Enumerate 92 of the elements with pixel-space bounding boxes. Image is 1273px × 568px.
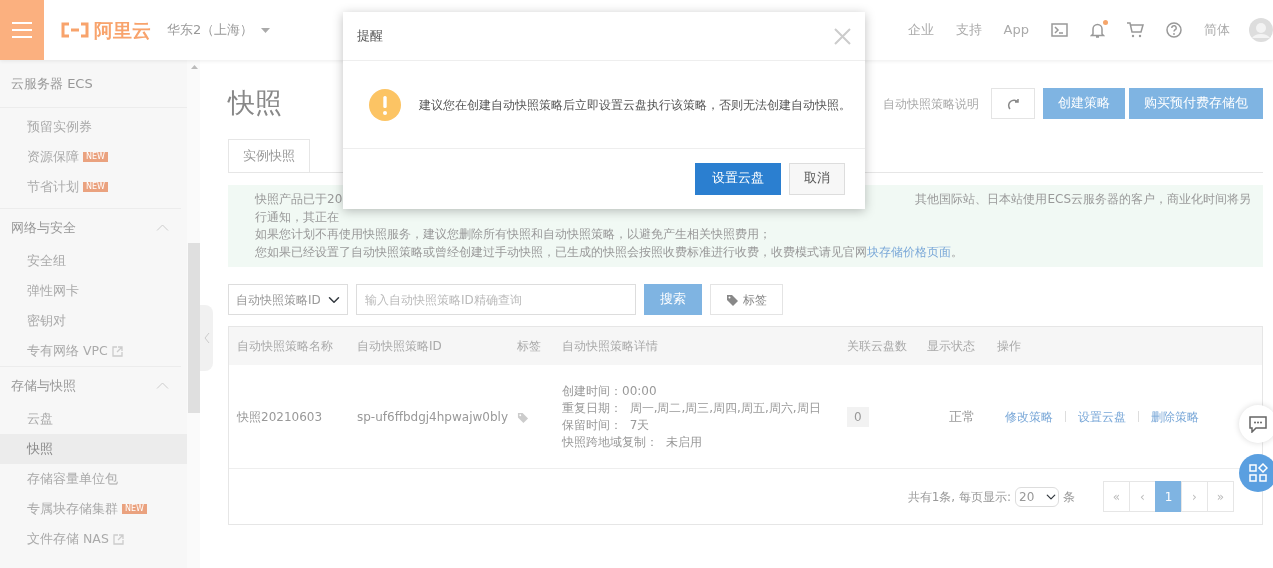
warning-icon (369, 88, 401, 121)
sidebar-item[interactable]: 快照 (0, 434, 187, 464)
logo-icon (60, 22, 90, 38)
tab[interactable]: 实例快照 (228, 139, 310, 173)
action-link[interactable]: 设置云盘 (1078, 407, 1126, 426)
menu-icon[interactable] (12, 22, 32, 38)
page-button[interactable]: ‹ (1129, 481, 1156, 512)
price-page-link[interactable]: 块存储价格页面 (867, 244, 951, 259)
sidebar-item[interactable]: 存储容量单位包 (0, 464, 187, 494)
column-header: 自动快照策略名称 (236, 338, 334, 355)
collapse-handle[interactable] (200, 305, 213, 371)
tag-icon[interactable] (517, 411, 529, 423)
status-text: 正常 (948, 407, 976, 426)
notice-text: 如果您计划不再使用快照服务，建议您删除所有快照和自动快照策略，以避免产生相关快照费用； (255, 226, 772, 243)
detail-text: 重复日期： 周一,周二,周三,周四,周五,周六,周日 (562, 399, 822, 417)
new-badge: NEW (122, 504, 147, 514)
create-button[interactable]: 创建策略 (1043, 88, 1125, 119)
avatar[interactable] (1249, 18, 1273, 42)
detail-text: 创建时间：00:00 (562, 382, 658, 400)
table-cell-text: sp-uf6ffbdgj4hpwajw0bly (357, 408, 509, 426)
sidebar-item-label[interactable]: 文件存储 NAS (27, 529, 109, 549)
confirm-button[interactable]: 设置云盘 (695, 162, 781, 195)
notice-text: 快照产品已于20 (255, 191, 343, 208)
purchase-button[interactable]: 购买预付费存储包 (1129, 88, 1263, 119)
chevron-up-icon[interactable] (156, 382, 169, 389)
sidebar-item[interactable]: 密钥对 (0, 306, 187, 336)
tag-button[interactable]: 标签 (710, 284, 783, 315)
column-header: 显示状态 (927, 338, 976, 355)
detail-text: 快照跨地域复制： 未启用 (562, 433, 703, 451)
page-title: 快照 (228, 86, 282, 121)
brand-name: 阿里云 (94, 17, 151, 43)
table-cell-text: 快照20210603 (236, 408, 324, 426)
chevron-up-icon[interactable] (156, 224, 169, 231)
help-icon[interactable] (1166, 22, 1182, 38)
sidebar-item[interactable]: 弹性网卡 (0, 276, 187, 306)
scrollbar-thumb[interactable] (188, 243, 200, 413)
pagination-summary: 共有1条, 每页显示: (907, 488, 1011, 506)
nav-link[interactable]: App (1003, 20, 1029, 40)
sidebar-item[interactable]: 预留实例券 (0, 112, 187, 142)
new-badge: NEW (83, 152, 108, 162)
caret-icon[interactable] (261, 27, 271, 33)
page-button[interactable]: » (1207, 481, 1234, 512)
chat-icon[interactable] (1249, 415, 1267, 433)
notice-text: 其他国际站、日本站使用ECS云服务器的客户，商业化时间将另 (915, 191, 1251, 208)
sidebar-item-label[interactable]: 专有网络 VPC (27, 341, 108, 361)
chat-button[interactable] (1239, 405, 1273, 443)
search-field[interactable]: 输入自动快照策略ID精确查询 (356, 284, 636, 315)
cancel-button[interactable]: 取消 (789, 162, 845, 195)
nav-link[interactable]: 企业 (907, 20, 934, 40)
tag-icon[interactable] (726, 293, 739, 306)
scroll-up-icon[interactable] (191, 65, 198, 69)
dialog-message: 建议您在创建自动快照策略后立即设置云盘执行该策略，否则无法创建自动快照。 (419, 96, 851, 114)
notice-text: 您如果已经设置了自动快照策略或曾经创建过手动快照，已生成的快照会按照收费标准进行收费，收费模式请见官网块存储价格页面。 (255, 243, 964, 261)
column-header: 自动快照策略ID (357, 338, 443, 355)
bell-icon[interactable] (1090, 21, 1105, 39)
detail-text: 保留时间： 7天 (562, 416, 651, 434)
menu-button[interactable] (0, 0, 44, 60)
notice-text: 行通知，其正在 (255, 208, 340, 226)
page-button[interactable]: › (1181, 481, 1208, 512)
search-button[interactable]: 搜索 (644, 284, 702, 315)
sidebar-group-header[interactable]: 存储与快照 (11, 375, 76, 396)
page-size-select[interactable]: 20 (1015, 486, 1059, 507)
language-selector[interactable]: 简体 (1204, 20, 1230, 40)
action-link[interactable]: 删除策略 (1151, 407, 1199, 426)
apps-button[interactable] (1239, 454, 1273, 492)
column-header: 自动快照策略详情 (562, 338, 659, 355)
disk-count[interactable]: 0 (847, 406, 869, 427)
close-icon[interactable] (834, 27, 851, 45)
column-header: 操作 (997, 338, 1021, 355)
nav-link[interactable]: 支持 (955, 20, 982, 40)
sidebar-group-header[interactable]: 网络与安全 (11, 217, 76, 238)
page-size-unit: 条 (1063, 488, 1075, 506)
refresh-button[interactable] (991, 88, 1035, 119)
dialog-title: 提醒 (357, 27, 383, 46)
sidebar-item[interactable]: 安全组 (0, 246, 187, 276)
action-link[interactable]: 修改策略 (1005, 407, 1053, 426)
column-header: 关联云盘数 (847, 338, 908, 355)
column-header: 标签 (517, 338, 542, 355)
sidebar-item[interactable]: 云盘 (0, 404, 187, 434)
sidebar-item-label[interactable]: 节省计划 (27, 177, 79, 197)
new-badge: NEW (83, 182, 108, 192)
terminal-icon[interactable] (1051, 23, 1068, 37)
help-link[interactable]: 自动快照策略说明 (883, 94, 979, 113)
sidebar-item-label[interactable]: 专属块存储集群 (27, 499, 118, 519)
page-button[interactable]: « (1103, 481, 1130, 512)
apps-icon[interactable] (1248, 463, 1268, 483)
page-button[interactable]: 1 (1155, 481, 1182, 512)
filter-field-select[interactable]: 自动快照策略ID (228, 284, 348, 315)
sidebar-item-label[interactable]: 资源保障 (27, 147, 79, 167)
refresh-icon[interactable] (1006, 97, 1020, 111)
region-selector[interactable]: 华东2（上海） (167, 20, 254, 40)
cart-icon[interactable] (1127, 22, 1144, 38)
